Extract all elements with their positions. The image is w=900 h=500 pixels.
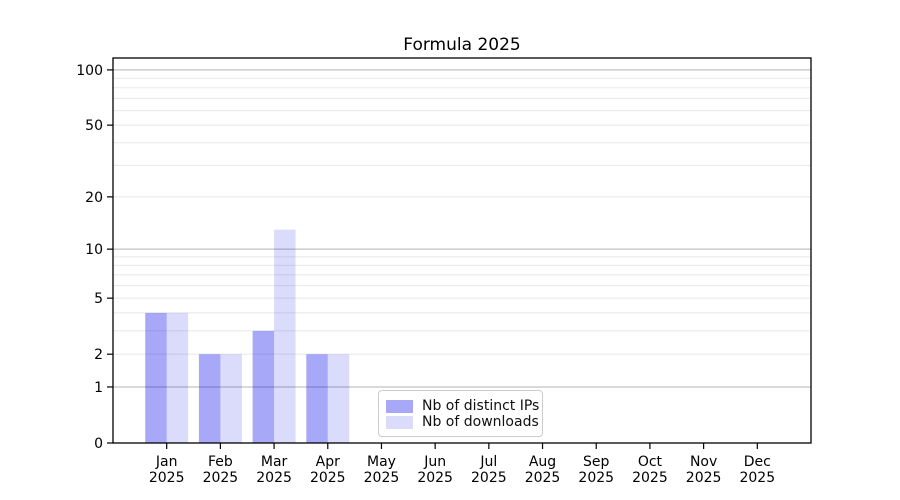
x-tick-label-year: 2025 bbox=[310, 470, 346, 486]
x-tick-label-year: 2025 bbox=[149, 470, 185, 486]
bar bbox=[199, 354, 220, 443]
bar bbox=[328, 354, 349, 443]
x-tick-label-year: 2025 bbox=[256, 470, 292, 486]
x-tick-label-year: 2025 bbox=[203, 470, 239, 486]
bar bbox=[167, 313, 188, 443]
x-tick-label-month: Jan bbox=[155, 454, 178, 470]
x-tick-label-month: May bbox=[367, 454, 396, 470]
legend-swatch bbox=[386, 400, 413, 413]
x-tick-label-month: Sep bbox=[583, 454, 610, 470]
x-tick-label-month: Mar bbox=[261, 454, 288, 470]
x-tick-label-year: 2025 bbox=[686, 470, 722, 486]
x-tick-label-year: 2025 bbox=[525, 470, 561, 486]
figure: Formula 2025 0125102050100Jan2025Feb2025… bbox=[0, 0, 900, 500]
legend-label: Nb of downloads bbox=[422, 414, 539, 430]
y-tick-label: 50 bbox=[85, 118, 103, 134]
bar bbox=[145, 313, 166, 443]
bar bbox=[274, 230, 295, 443]
y-tick-label: 100 bbox=[76, 63, 103, 79]
y-tick-label: 10 bbox=[85, 242, 103, 258]
x-tick-label-month: Jun bbox=[423, 454, 446, 470]
x-tick-label-month: Apr bbox=[316, 454, 340, 470]
bar bbox=[220, 354, 241, 443]
x-tick-label-month: Aug bbox=[529, 454, 556, 470]
y-tick-label: 2 bbox=[94, 347, 103, 363]
x-tick-label-year: 2025 bbox=[739, 470, 775, 486]
y-tick-label: 20 bbox=[85, 190, 103, 206]
x-tick-label-year: 2025 bbox=[364, 470, 400, 486]
x-tick-label-month: Feb bbox=[208, 454, 233, 470]
legend: Nb of distinct IPsNb of downloads bbox=[378, 390, 543, 437]
x-tick-label-month: Oct bbox=[638, 454, 663, 470]
x-tick-label-year: 2025 bbox=[417, 470, 453, 486]
bar bbox=[253, 331, 274, 443]
x-tick-label-year: 2025 bbox=[632, 470, 668, 486]
legend-item: Nb of distinct IPs bbox=[386, 398, 534, 414]
y-tick-label: 1 bbox=[94, 380, 103, 396]
legend-label: Nb of distinct IPs bbox=[422, 398, 539, 414]
x-tick-label-month: Nov bbox=[690, 454, 717, 470]
legend-swatch bbox=[386, 416, 413, 429]
x-tick-label-year: 2025 bbox=[578, 470, 614, 486]
y-tick-label: 0 bbox=[94, 436, 103, 452]
x-tick-label-month: Dec bbox=[744, 454, 771, 470]
y-tick-label: 5 bbox=[94, 291, 103, 307]
bar bbox=[306, 354, 327, 443]
legend-item: Nb of downloads bbox=[386, 414, 534, 430]
x-tick-label-year: 2025 bbox=[471, 470, 507, 486]
x-tick-label-month: Jul bbox=[479, 454, 497, 470]
